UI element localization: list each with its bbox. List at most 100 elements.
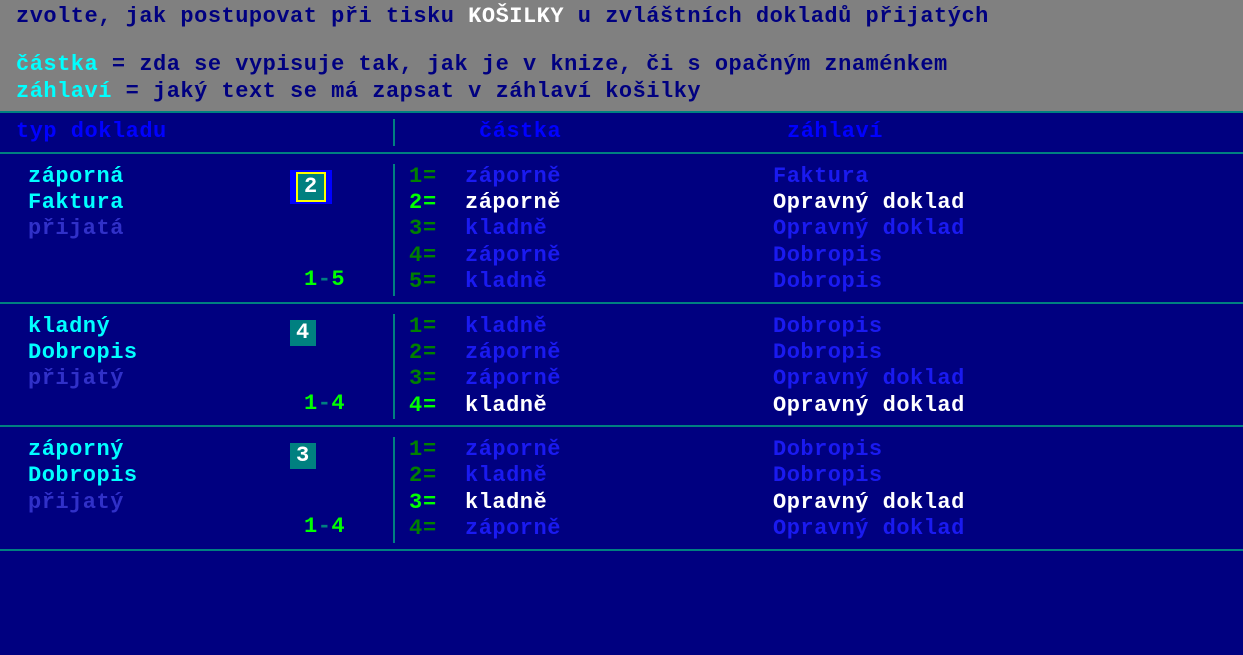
option-header: Opravný doklad (773, 516, 965, 542)
option-number: 4 (409, 393, 423, 419)
doc-type-row: kladnýDobropispřijatý41-41 = kladněDobro… (0, 304, 1243, 428)
option-equals: = (423, 243, 465, 269)
option-line[interactable]: 1 = kladněDobropis (409, 314, 1243, 340)
value-range: 1-4 (304, 391, 345, 417)
doc-line1: záporný (28, 437, 393, 463)
value-input[interactable]: 4 (290, 320, 316, 346)
option-amount: kladně (465, 216, 773, 242)
options-cell: 1 = záporněFaktura2 = záporněOpravný dok… (395, 164, 1243, 296)
header-line1-post: u zvláštních dokladů přijatých (564, 4, 989, 29)
doc-type-cell: zápornáFakturapřijatá 2 1-5 (0, 164, 395, 296)
legend-amount-text: = zda se vypisuje tak, jak je v knize, č… (98, 52, 948, 77)
option-line[interactable]: 2 = záporněDobropis (409, 340, 1243, 366)
option-amount: kladně (465, 463, 773, 489)
option-amount: kladně (465, 393, 773, 419)
doc-line2: Dobropis (28, 463, 393, 489)
option-amount: záporně (465, 516, 773, 542)
option-line[interactable]: 1 = záporněDobropis (409, 437, 1243, 463)
option-line[interactable]: 2 = záporněOpravný doklad (409, 190, 1243, 216)
value-number[interactable]: 4 (290, 320, 316, 346)
option-number: 4 (409, 243, 423, 269)
option-amount: kladně (465, 314, 773, 340)
option-amount: záporně (465, 340, 773, 366)
option-header: Dobropis (773, 340, 883, 366)
option-line[interactable]: 4 = záporněDobropis (409, 243, 1243, 269)
option-header: Dobropis (773, 463, 883, 489)
option-equals: = (423, 314, 465, 340)
col-title: záhlaví (787, 119, 883, 145)
option-line[interactable]: 3 = kladněOpravný doklad (409, 490, 1243, 516)
option-line[interactable]: 2 = kladněDobropis (409, 463, 1243, 489)
doc-line2: Dobropis (28, 340, 393, 366)
option-equals: = (423, 437, 465, 463)
option-line[interactable]: 3 = záporněOpravný doklad (409, 366, 1243, 392)
option-equals: = (423, 216, 465, 242)
option-equals: = (423, 490, 465, 516)
option-number: 5 (409, 269, 423, 295)
value-input[interactable]: 2 (290, 170, 332, 204)
options-cell: 1 = záporněDobropis2 = kladněDobropis3 =… (395, 437, 1243, 543)
value-number[interactable]: 3 (290, 443, 316, 469)
option-number: 3 (409, 216, 423, 242)
option-number: 2 (409, 190, 423, 216)
option-number: 1 (409, 314, 423, 340)
option-line[interactable]: 3 = kladněOpravný doklad (409, 216, 1243, 242)
value-number[interactable]: 2 (298, 174, 324, 200)
option-amount: záporně (465, 366, 773, 392)
header-line1-highlight: KOŠILKY (468, 4, 564, 29)
option-number: 4 (409, 516, 423, 542)
value-input[interactable]: 3 (290, 443, 316, 469)
option-number: 3 (409, 366, 423, 392)
doc-line1: kladný (28, 314, 393, 340)
option-number: 2 (409, 463, 423, 489)
option-header: Opravný doklad (773, 490, 965, 516)
option-equals: = (423, 164, 465, 190)
option-header: Opravný doklad (773, 366, 965, 392)
option-equals: = (423, 269, 465, 295)
doc-line2: Faktura (28, 190, 393, 216)
option-header: Dobropis (773, 437, 883, 463)
doc-line3: přijatá (28, 216, 393, 242)
option-amount: záporně (465, 437, 773, 463)
value-range: 1-5 (304, 267, 345, 293)
option-amount: kladně (465, 269, 773, 295)
option-header: Dobropis (773, 314, 883, 340)
instructions-header: zvolte, jak postupovat při tisku KOŠILKY… (0, 0, 1243, 111)
option-amount: záporně (465, 190, 773, 216)
option-amount: kladně (465, 490, 773, 516)
option-header: Faktura (773, 164, 869, 190)
legend-header-text: = jaký text se má zapsat v záhlaví košil… (112, 79, 701, 104)
option-number: 2 (409, 340, 423, 366)
doc-type-row: zápornáFakturapřijatá21-51 = záporněFakt… (0, 154, 1243, 304)
option-header: Dobropis (773, 269, 883, 295)
legend-amount-label: částka (16, 52, 98, 77)
value-range: 1-4 (304, 514, 345, 540)
option-equals: = (423, 393, 465, 419)
option-amount: záporně (465, 164, 773, 190)
option-equals: = (423, 463, 465, 489)
col-doc-type: typ dokladu (0, 119, 395, 145)
doc-type-row: zápornýDobropispřijatý31-41 = záporněDob… (0, 427, 1243, 551)
header-line1-pre: zvolte, jak postupovat při tisku (16, 4, 468, 29)
doc-type-cell: zápornýDobropispřijatý 3 1-4 (0, 437, 395, 543)
option-amount: záporně (465, 243, 773, 269)
doc-line3: přijatý (28, 490, 393, 516)
doc-line1: záporná (28, 164, 393, 190)
option-line[interactable]: 4 = kladněOpravný doklad (409, 393, 1243, 419)
option-header: Opravný doklad (773, 216, 965, 242)
option-line[interactable]: 1 = záporněFaktura (409, 164, 1243, 190)
option-equals: = (423, 366, 465, 392)
option-equals: = (423, 190, 465, 216)
option-header: Opravný doklad (773, 190, 965, 216)
option-line[interactable]: 5 = kladněDobropis (409, 269, 1243, 295)
column-headers: typ dokladu částka záhlaví (0, 113, 1243, 153)
legend-header-label: záhlaví (16, 79, 112, 104)
option-equals: = (423, 340, 465, 366)
options-cell: 1 = kladněDobropis2 = záporněDobropis3 =… (395, 314, 1243, 420)
option-number: 1 (409, 437, 423, 463)
option-header: Opravný doklad (773, 393, 965, 419)
option-equals: = (423, 516, 465, 542)
option-line[interactable]: 4 = záporněOpravný doklad (409, 516, 1243, 542)
col-amount: částka (479, 119, 787, 145)
doc-type-cell: kladnýDobropispřijatý41-4 (0, 314, 395, 420)
